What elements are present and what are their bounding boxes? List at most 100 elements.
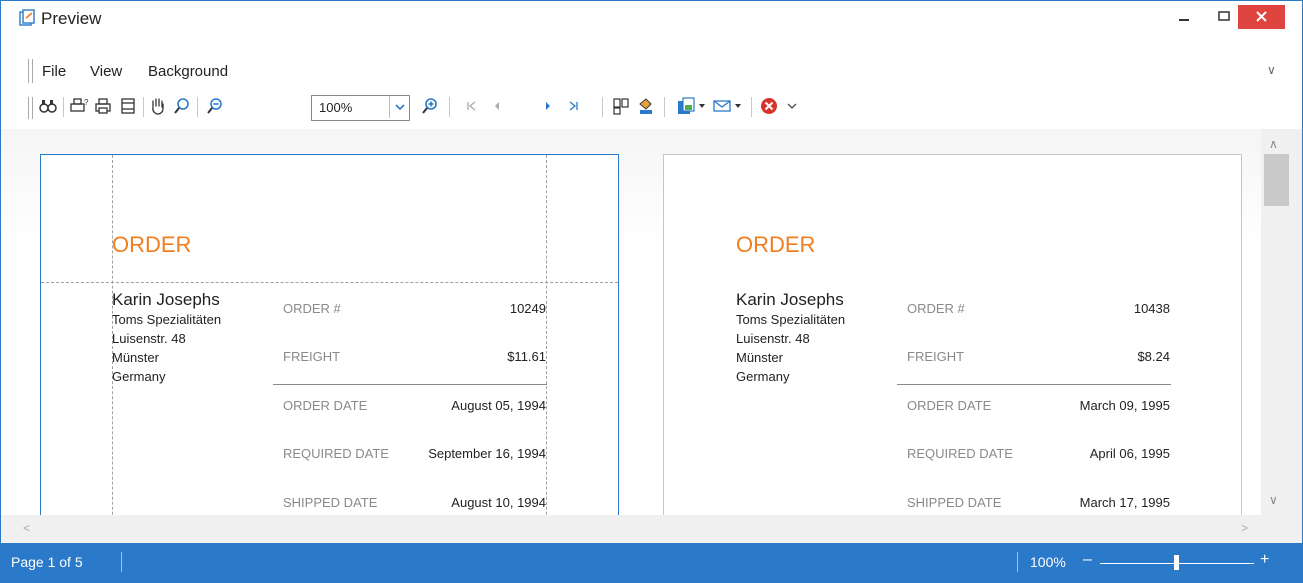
freight-value: $11.61 — [507, 349, 546, 364]
zoom-out-icon[interactable]: – — [1083, 551, 1092, 569]
document-viewport[interactable]: ORDER Karin Josephs Toms Spezialitäten L… — [1, 129, 1261, 515]
zoom-in-button[interactable] — [419, 95, 441, 117]
customer-country: Germany — [736, 369, 790, 384]
first-page-button[interactable] — [461, 95, 483, 117]
zoom-dropdown-button[interactable] — [389, 96, 409, 118]
email-dropdown-button[interactable] — [732, 95, 744, 117]
section-divider — [273, 384, 547, 385]
report-page[interactable]: ORDER Karin Josephs Toms Spezialitäten L… — [40, 154, 619, 515]
vertical-scrollbar[interactable]: ∧ ∨ — [1261, 129, 1302, 515]
print-icon — [95, 98, 111, 114]
close-icon — [1256, 11, 1267, 22]
section-divider — [897, 384, 1171, 385]
page-setup-button[interactable] — [117, 95, 139, 117]
scroll-right-icon[interactable]: > — [1241, 521, 1248, 535]
shipped-date-value: August 10, 1994 — [451, 495, 546, 510]
hand-tool-button[interactable] — [147, 95, 169, 117]
menu-file[interactable]: File — [42, 63, 66, 80]
zoom-level-label: 100% — [1030, 554, 1066, 570]
close-window-button[interactable] — [1238, 5, 1285, 29]
required-date-value: April 06, 1995 — [1089, 446, 1170, 461]
order-number-value: 10438 — [1133, 301, 1170, 316]
previous-page-icon — [495, 102, 499, 110]
margin-guide — [546, 155, 547, 515]
menu-background[interactable]: Background — [148, 63, 228, 80]
menu-overflow-chevron-icon[interactable]: ∨ — [1267, 63, 1276, 77]
customer-company: Toms Spezialitäten — [736, 312, 846, 327]
send-email-icon — [713, 100, 731, 112]
zoom-out-button[interactable] — [204, 95, 226, 117]
next-page-button[interactable] — [537, 95, 559, 117]
customer-country: Germany — [112, 369, 166, 384]
required-date-label: REQUIRED DATE — [283, 446, 389, 461]
minimize-icon — [1179, 19, 1189, 21]
required-date-value: September 16, 1994 — [428, 446, 546, 461]
magnifier-button[interactable] — [171, 95, 193, 117]
status-separator — [1017, 552, 1018, 572]
order-date-value: March 09, 1995 — [1079, 398, 1170, 413]
previous-page-button[interactable] — [486, 95, 508, 117]
customer-name: Karin Josephs — [112, 290, 220, 309]
freight-label: FREIGHT — [283, 349, 341, 364]
toolbar-grip[interactable] — [28, 97, 33, 119]
report-page[interactable]: ORDER Karin Josephs Toms Spezialitäten L… — [663, 154, 1242, 515]
preview-app-icon — [19, 9, 35, 26]
shipped-date-label: SHIPPED DATE — [283, 495, 378, 510]
toolbar-separator — [751, 97, 752, 117]
dropdown-arrow-icon — [699, 104, 705, 108]
send-email-button[interactable] — [711, 95, 733, 117]
chevron-down-icon — [787, 103, 797, 109]
toolbar-separator — [664, 97, 665, 117]
customer-street: Luisenstr. 48 — [736, 331, 810, 346]
window-title: Preview — [41, 9, 102, 28]
margin-guide — [41, 282, 618, 283]
status-separator — [121, 552, 122, 572]
scroll-down-icon[interactable]: ∨ — [1269, 493, 1278, 507]
maximize-icon — [1218, 11, 1230, 21]
order-title: ORDER — [736, 232, 816, 257]
close-preview-button[interactable] — [758, 95, 780, 117]
background-color-icon — [639, 98, 652, 114]
toolbar-separator — [143, 97, 144, 117]
minimize-button[interactable] — [1162, 1, 1206, 34]
toolbar-overflow-button[interactable] — [781, 95, 803, 117]
print-setup-button[interactable]: ? — [68, 95, 90, 117]
toolbar-separator — [449, 97, 450, 117]
order-date-label: ORDER DATE — [283, 398, 368, 413]
required-date-label: REQUIRED DATE — [907, 446, 1013, 461]
export-button[interactable] — [675, 95, 697, 117]
vertical-scroll-thumb[interactable] — [1264, 154, 1289, 206]
find-button[interactable] — [37, 95, 59, 117]
toolbar-separator — [63, 97, 64, 117]
order-number-value: 10249 — [509, 301, 546, 316]
page-indicator: Page 1 of 5 — [11, 554, 83, 570]
order-number-label: ORDER # — [283, 301, 341, 316]
multiple-pages-icon — [613, 98, 629, 115]
background-color-button[interactable] — [635, 95, 657, 117]
menu-grip[interactable] — [28, 59, 33, 83]
export-dropdown-button[interactable] — [696, 95, 708, 117]
export-icon — [678, 97, 695, 114]
page-setup-icon — [121, 98, 135, 114]
zoom-in-icon[interactable]: + — [1260, 551, 1269, 569]
menu-view[interactable]: View — [90, 63, 122, 80]
customer-city: Münster — [112, 350, 159, 365]
horizontal-scrollbar[interactable]: < > — [1, 515, 1261, 543]
toolbar-separator — [602, 97, 603, 117]
scroll-left-icon[interactable]: < — [23, 521, 30, 535]
print-setup-icon: ? — [70, 98, 89, 112]
find-icon — [39, 100, 57, 113]
zoom-slider-thumb[interactable] — [1174, 555, 1179, 570]
customer-name: Karin Josephs — [736, 290, 844, 309]
toolbar-separator — [197, 97, 198, 117]
title-bar[interactable]: Preview — [1, 1, 1302, 35]
zoom-combobox-value[interactable]: 100% — [319, 100, 352, 115]
scroll-up-icon[interactable]: ∧ — [1269, 137, 1278, 151]
quick-print-button[interactable] — [92, 95, 114, 117]
close-preview-icon — [761, 98, 777, 114]
last-page-button[interactable] — [562, 95, 584, 117]
order-title: ORDER — [112, 232, 192, 257]
multiple-pages-button[interactable] — [610, 95, 632, 117]
scrollbar-corner — [1261, 515, 1302, 543]
hand-tool-icon — [152, 98, 164, 115]
